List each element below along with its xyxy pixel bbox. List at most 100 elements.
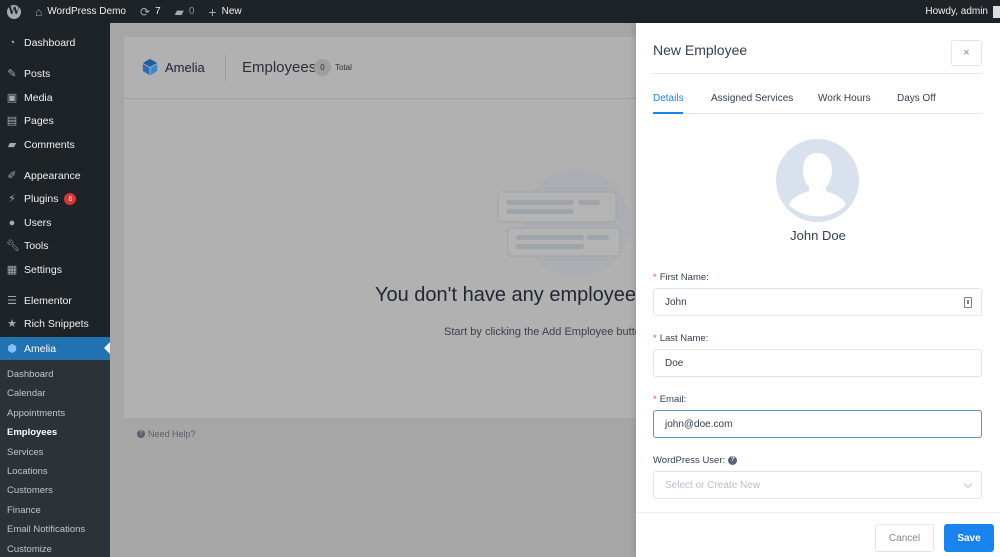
sidebar-item-amelia[interactable]: ⬢ Amelia [0,337,110,360]
tab-label: Assigned Services [711,93,794,104]
sidebar-item-posts[interactable]: ✎ Posts [0,63,110,85]
sidebar-item-appearance[interactable]: ✐ Appearance [0,165,110,187]
brush-icon: ✐ [7,170,17,182]
submenu-dashboard[interactable]: Dashboard [7,369,53,380]
sidebar-item-label: Amelia [24,342,57,355]
admin-sidebar: ◔ Dashboard ✎ Posts ▣ Media ▤ Pages ▰ Co… [0,23,110,557]
wordpress-user-label: WordPress User:? [653,455,738,466]
required-mark: * [653,333,657,344]
submenu-email-notifications[interactable]: Email Notifications [7,524,85,535]
sidebar-item-users[interactable]: ● Users [0,212,110,234]
sidebar-item-rich-snippets[interactable]: ★ Rich Snippets [0,313,110,335]
wordpress-user-select[interactable]: Select or Create New [653,471,982,499]
wordpress-logo-icon: W [7,4,21,19]
tab-work-hours[interactable]: Work Hours [818,93,871,104]
cancel-button[interactable]: Cancel [875,524,934,552]
submenu-calendar[interactable]: Calendar [7,388,46,399]
sidebar-item-settings[interactable]: ▦ Settings [0,259,110,281]
tab-label: Details [653,93,684,104]
sidebar-item-label: Posts [24,68,51,80]
comment-icon: ▰ [174,4,184,19]
tab-label: Days Off [897,93,936,104]
comment-icon: ▰ [7,139,17,151]
wordpress-user-placeholder: Select or Create New [665,479,761,491]
sidebar-item-comments[interactable]: ▰ Comments [0,134,110,156]
brand-name: Amelia [165,59,205,75]
help-icon[interactable]: ? [728,455,738,465]
submenu-customers[interactable]: Customers [7,485,53,496]
wordpress-menu[interactable]: W [0,0,28,23]
wordpress-user-label-text: WordPress User: [653,455,726,466]
sidebar-item-label: Dashboard [24,37,76,49]
close-icon: × [963,47,970,59]
last-name-label: * Last Name: [653,333,708,344]
need-help-link[interactable]: ? Need Help? [137,429,196,439]
sidebar-item-pages[interactable]: ▤ Pages [0,110,110,132]
last-name-value: Doe [665,357,684,369]
sidebar-item-dashboard[interactable]: ◔ Dashboard [0,32,110,54]
submenu-appointments[interactable]: Appointments [7,408,65,419]
empty-state-subtitle: Start by clicking the Add Employee butto… [444,326,648,338]
first-name-input[interactable]: John [653,288,982,316]
required-mark: * [653,394,657,405]
tab-days-off[interactable]: Days Off [897,93,936,104]
amelia-submenu: Dashboard Calendar Appointments Employee… [0,360,110,557]
updates-link[interactable]: ⟳ 7 [133,0,168,23]
employee-count-badge: 0 [314,59,331,76]
sidebar-item-label: Rich Snippets [24,318,89,330]
submenu-services[interactable]: Services [7,447,43,458]
sidebar-item-label: Users [24,217,52,229]
email-label: * Email: [653,394,686,405]
drawer-divider [653,73,982,74]
tab-details[interactable]: Details [653,93,684,104]
employee-avatar[interactable] [776,139,859,222]
email-label-text: Email: [659,394,687,405]
sidebar-item-elementor[interactable]: ☰ Elementor [0,290,110,312]
user-icon: ● [8,217,16,229]
media-icon: ▣ [6,92,18,104]
updates-count: 7 [155,6,161,17]
sidebar-item-label: Pages [24,115,54,127]
admin-bar: W ⌂ WordPress Demo ⟳ 7 ▰ 0 + New Howdy, … [0,0,1000,23]
first-name-label: * First Name: [653,272,709,283]
empty-state-illustration [497,169,630,277]
pages-icon: ▤ [6,115,18,127]
sidebar-item-label: Tools [24,240,49,252]
contact-card-icon[interactable] [964,297,972,308]
save-button[interactable]: Save [944,524,994,552]
dashboard-icon: ◔ [8,37,16,49]
header-divider [225,55,226,81]
active-tab-indicator [653,112,683,114]
required-mark: * [653,272,657,283]
submenu-locations[interactable]: Locations [7,466,48,477]
plus-icon: + [208,3,217,20]
new-content-link[interactable]: + New [201,0,248,23]
email-input[interactable]: john@doe.com [653,410,982,438]
submenu-employees[interactable]: Employees [7,427,57,438]
sidebar-item-plugins[interactable]: ⚡ Plugins 6 [0,188,110,210]
greeting: Howdy, admin [925,6,988,17]
site-name-link[interactable]: ⌂ WordPress Demo [28,0,133,23]
account-menu[interactable]: Howdy, admin [918,0,1000,23]
drawer-tabs: Details Assigned Services Work Hours Day… [653,86,982,114]
sidebar-item-tools[interactable]: 🔧︎ Tools [0,235,110,257]
sidebar-item-label: Appearance [24,170,81,182]
employees-card: Amelia Employees 0 Total You don't have … [124,37,741,418]
close-button[interactable]: × [951,40,982,66]
sidebar-item-label: Plugins [24,193,59,205]
pin-icon: ✎ [7,68,17,80]
amelia-logo-icon [142,58,158,76]
comments-link[interactable]: ▰ 0 [168,0,202,23]
sidebar-item-media[interactable]: ▣ Media [0,87,110,109]
drawer-title: New Employee [653,42,748,58]
submenu-customize[interactable]: Customize [7,544,52,555]
home-icon: ⌂ [35,4,43,19]
tab-assigned-services[interactable]: Assigned Services [711,93,793,104]
submenu-finance[interactable]: Finance [7,505,41,516]
comments-count: 0 [188,6,195,17]
last-name-input[interactable]: Doe [653,349,982,377]
updates-icon: ⟳ [139,4,151,19]
help-icon: ? [137,430,145,438]
amelia-icon: ⬢ [7,342,17,355]
plug-icon: ⚡ [8,193,16,205]
